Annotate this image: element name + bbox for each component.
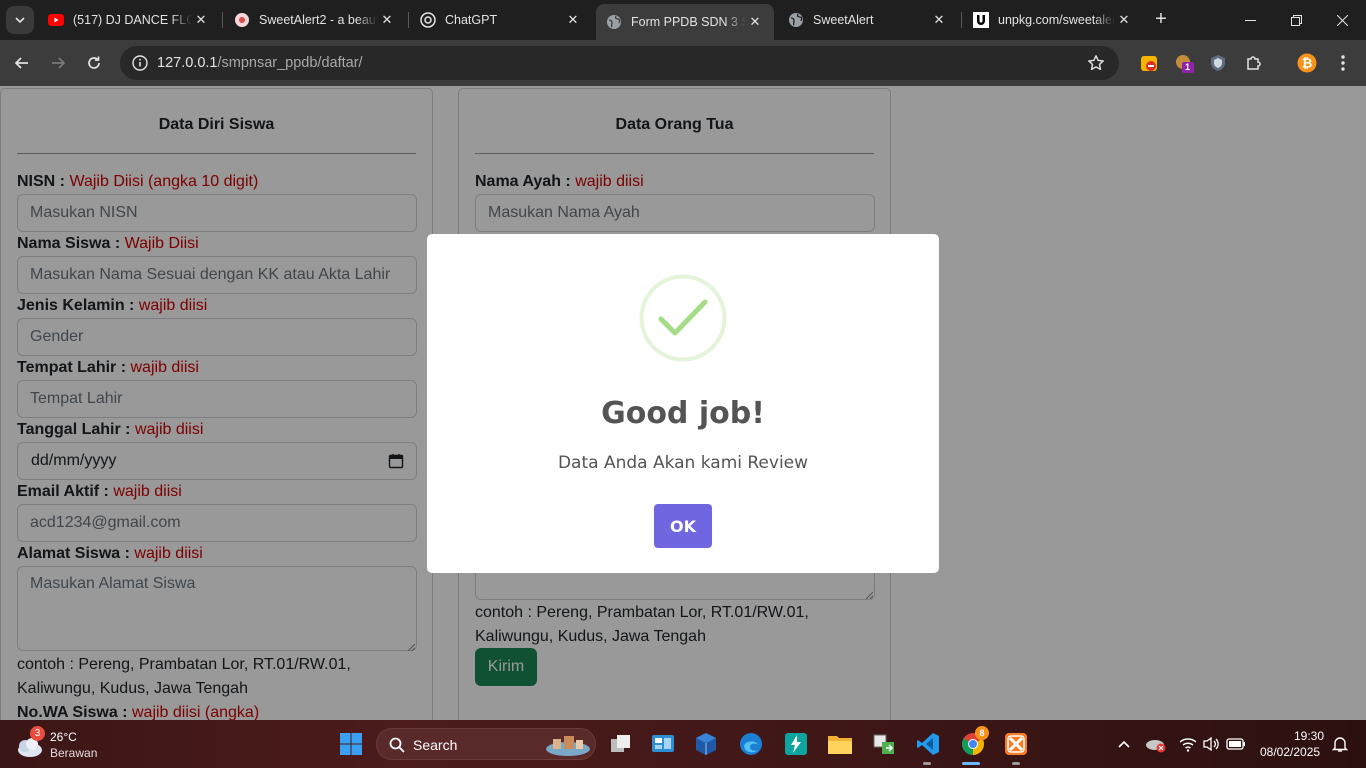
chatgpt-icon <box>420 12 436 28</box>
windows-taskbar: 3 26°C Berawan Search 8 19:30 08/02/2025 <box>0 720 1366 768</box>
close-icon[interactable]: ✕ <box>378 11 396 29</box>
forward-button[interactable] <box>46 51 70 75</box>
close-icon[interactable]: ✕ <box>930 11 948 29</box>
youtube-icon <box>48 12 64 28</box>
chevron-down-icon <box>15 17 25 24</box>
clock-date[interactable]: 08/02/2025 <box>1260 745 1320 759</box>
success-check-icon <box>639 274 727 362</box>
file-explorer-icon[interactable] <box>826 730 854 758</box>
xampp-icon[interactable] <box>1002 730 1030 758</box>
close-icon[interactable]: ✕ <box>746 13 764 31</box>
weather-desc: Berawan <box>50 746 98 760</box>
site-info-icon[interactable] <box>132 55 148 76</box>
extension-badge-count: 1 <box>1185 62 1191 72</box>
arrow-left-icon <box>14 57 28 69</box>
tab-form-ppdb[interactable]: Form PPDB SDN 3 SAMBUNG ✕ <box>596 4 774 40</box>
sweetalert2-icon <box>234 12 250 28</box>
new-tab-button[interactable]: + <box>1150 8 1172 30</box>
tab-divider <box>408 12 409 28</box>
vscode-icon[interactable] <box>914 730 942 758</box>
tab-unpkg[interactable]: unpkg.com/sweetalert ✕ <box>963 6 1143 34</box>
tab-sweetalert2[interactable]: SweetAlert2 - a beautiful ✕ <box>224 6 406 34</box>
start-windows-icon[interactable] <box>337 730 365 758</box>
minimize-icon <box>1245 19 1256 21</box>
url-path: /smpnsar_ppdb/daftar/ <box>217 55 363 71</box>
minimize-button[interactable] <box>1228 0 1273 40</box>
close-icon[interactable]: ✕ <box>192 11 210 29</box>
search-highlight-icon <box>546 736 590 756</box>
weather-temp: 26°C <box>50 730 77 744</box>
tab-title: (517) DJ DANCE FLOOR <box>73 13 192 27</box>
running-indicator <box>1012 762 1020 765</box>
extension-badge-icon[interactable]: 1 <box>1174 53 1194 73</box>
arrow-right-icon <box>52 57 66 69</box>
reload-button[interactable] <box>82 51 106 75</box>
search-icon <box>389 737 405 753</box>
shield-extension-icon[interactable] <box>1208 53 1228 73</box>
battery-icon[interactable] <box>1222 730 1250 758</box>
adblock-extension-icon[interactable] <box>1139 53 1159 73</box>
weather-alert-badge: 3 <box>30 726 45 741</box>
active-indicator <box>962 762 980 765</box>
tab-youtube[interactable]: (517) DJ DANCE FLOOR ✕ <box>38 6 220 34</box>
bookmark-star-icon[interactable] <box>1087 54 1105 77</box>
close-icon <box>1337 14 1348 26</box>
edge-browser-icon[interactable] <box>737 730 765 758</box>
tab-sweetalert[interactable]: SweetAlert ✕ <box>778 6 958 34</box>
running-indicator <box>923 762 931 765</box>
weather-widget[interactable]: 3 26°C Berawan <box>14 726 114 762</box>
chrome-icon[interactable]: 8 <box>958 726 989 758</box>
tab-title: ChatGPT <box>445 13 498 27</box>
globe-icon <box>606 14 622 30</box>
tab-chatgpt[interactable]: ChatGPT ✕ <box>410 6 592 34</box>
tab-divider <box>961 12 962 28</box>
restore-button[interactable] <box>1274 0 1319 40</box>
menu-kebab-icon[interactable] <box>1333 53 1353 73</box>
dialog-message: Data Anda Akan kami Review <box>557 453 809 473</box>
close-window-button[interactable] <box>1320 0 1365 40</box>
chrome-badge: 8 <box>975 726 989 740</box>
restore-icon <box>1291 14 1302 26</box>
globe-icon <box>788 12 804 28</box>
taskbar-search[interactable]: Search <box>376 728 596 760</box>
tab-title: SweetAlert <box>813 13 874 27</box>
address-bar[interactable]: 127.0.0.1/smpnsar_ppdb/daftar/ <box>120 46 1119 80</box>
url-text: 127.0.0.1/smpnsar_ppdb/daftar/ <box>157 55 363 71</box>
clock-time[interactable]: 19:30 <box>1294 729 1324 743</box>
close-icon[interactable]: ✕ <box>1115 11 1133 29</box>
extensions-puzzle-icon[interactable] <box>1244 53 1264 73</box>
tab-divider <box>222 12 223 28</box>
browser-toolbar: 127.0.0.1/smpnsar_ppdb/daftar/ 1 ₿ <box>0 40 1366 113</box>
task-view-icon[interactable] <box>607 730 635 758</box>
search-label: Search <box>413 737 458 753</box>
dialog-title: Good job! <box>601 396 765 431</box>
url-host: 127.0.0.1 <box>157 55 218 71</box>
plus-icon: + <box>1155 8 1167 30</box>
tab-strip: (517) DJ DANCE FLOOR ✕ SweetAlert2 - a b… <box>0 0 1366 40</box>
ok-confirm-button[interactable]: OK <box>654 504 712 548</box>
tab-title: SweetAlert2 - a beautiful <box>259 13 378 27</box>
virtualbox-icon[interactable] <box>692 730 720 758</box>
bitcoin-extension-icon[interactable]: ₿ <box>1297 53 1317 73</box>
tab-title: Form PPDB SDN 3 SAMBUNG <box>631 15 746 29</box>
svg-text:₿: ₿ <box>1302 57 1313 72</box>
back-button[interactable] <box>10 51 34 75</box>
file-transfer-app-icon[interactable] <box>870 730 898 758</box>
reload-icon <box>88 56 100 69</box>
notification-bell-icon[interactable] <box>1326 730 1354 758</box>
sweetalert-dialog: Good job! Data Anda Akan kami Review OK <box>427 234 939 573</box>
unpkg-icon <box>973 12 989 28</box>
onedrive-error-icon[interactable] <box>1142 730 1170 758</box>
devtool-app-icon[interactable] <box>782 730 810 758</box>
widgets-app-icon[interactable] <box>649 730 677 758</box>
chevron-up-icon[interactable] <box>1110 730 1138 758</box>
tab-title: unpkg.com/sweetalert <box>998 13 1115 27</box>
close-icon[interactable]: ✕ <box>564 11 582 29</box>
tab-search-button[interactable] <box>6 6 34 34</box>
